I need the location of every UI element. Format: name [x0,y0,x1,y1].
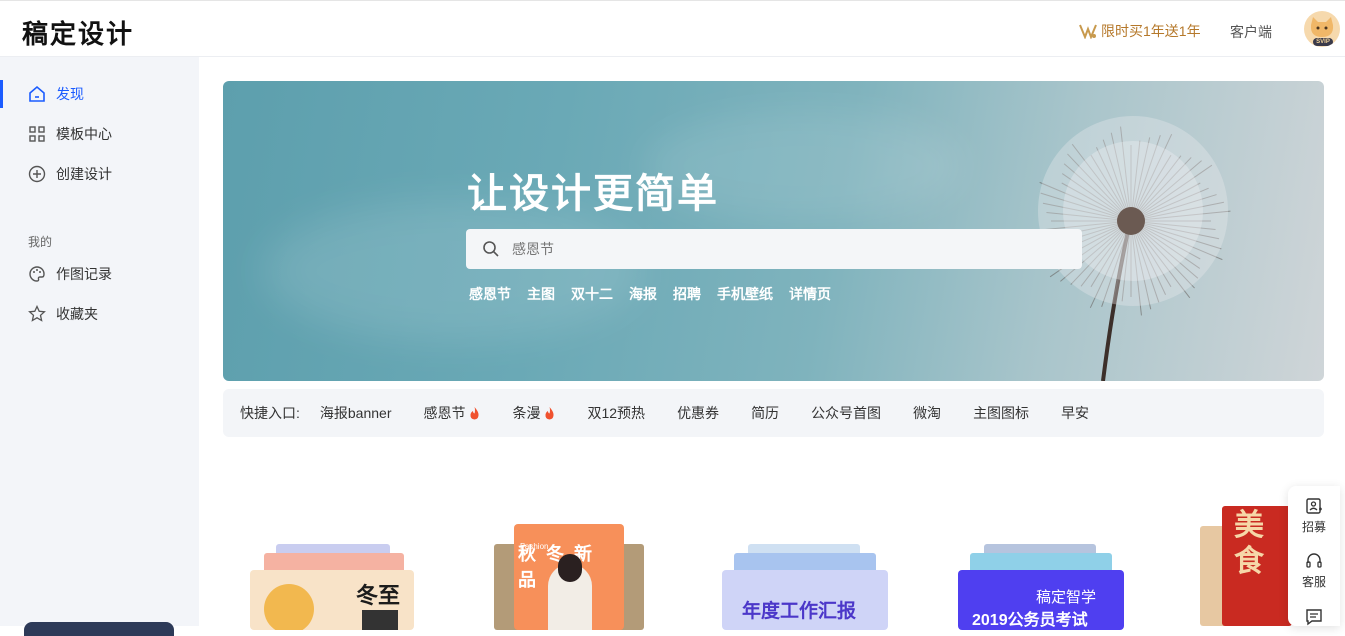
shortcut-item[interactable]: 主图图标 [973,403,1029,423]
shortcut-item-label: 优惠券 [677,405,720,421]
shortcut-item[interactable]: 优惠券 [677,403,719,423]
search-icon [483,241,499,257]
banner-title: 让设计更简单 [467,172,719,216]
card-subtitle: 2019公务员考试 [972,612,1088,629]
vip-icon [1079,24,1097,39]
sidebar-item-create[interactable]: 创建设计 [0,156,199,192]
sidebar-item-label: 模板中心 [56,126,112,142]
card-title: 冬至 [356,583,401,609]
shortcut-item[interactable]: 双12预热 [587,403,645,423]
sidebar-item-favorites[interactable]: 收藏夹 [0,296,199,332]
shortcut-item[interactable]: 条漫 [512,403,555,423]
shortcut-bar: 快捷入口: 海报banner 感恩节 条漫 双12预热 优惠券 简历 公众号首图… [223,389,1324,437]
float-label: 客服 [1301,575,1326,589]
float-recruit-button[interactable]: 招募 [1288,497,1340,535]
sidebar-item-label: 发现 [56,86,84,102]
hot-tag[interactable]: 主图 [527,284,555,304]
float-support-button[interactable]: 客服 [1288,552,1340,590]
sidebar-item-templates[interactable]: 模板中心 [0,116,199,152]
shortcut-item-label: 简历 [751,405,780,421]
hero-banner: 让设计更简单 感恩节 主图 双十二 海报 招聘 手机壁纸 详情页 [223,81,1324,381]
shortcut-item[interactable]: 感恩节 [423,403,480,423]
flame-icon [470,406,480,419]
shortcut-item[interactable]: 简历 [751,403,779,423]
shortcut-item-label: 海报banner [319,405,392,421]
banner-cloud [263,201,643,341]
sidebar: 发现 模板中心 创建设计 我的 作图记录 收藏夹 [0,57,199,636]
message-icon [1306,609,1322,626]
palette-icon [28,265,46,283]
app-logo[interactable]: 稿定设计 [22,14,134,51]
sidebar-item-label: 收藏夹 [56,306,98,322]
sidebar-item-records[interactable]: 作图记录 [0,256,199,292]
search-input[interactable] [512,241,1072,257]
shortcut-item-label: 主图图标 [973,405,1030,421]
shortcut-item-label: 公众号首图 [811,405,882,421]
shortcut-item[interactable]: 公众号首图 [811,403,881,423]
home-icon [28,85,46,103]
sidebar-item-discover[interactable]: 发现 [0,76,199,112]
top-bar: 稿定设计 限时买1年送1年 客户端 SVIP [0,0,1345,57]
vip-promo-link[interactable]: 限时买1年送1年 [1079,21,1201,41]
hot-tag[interactable]: 手机壁纸 [717,284,773,304]
flame-icon [545,406,555,419]
shortcut-item-label: 双12预热 [587,405,646,421]
search-bar[interactable] [466,229,1082,269]
client-download-link[interactable]: 客户端 [1230,22,1272,42]
shortcut-item[interactable]: 微淘 [913,403,941,423]
grid-icon [28,125,46,143]
shortcut-item-label: 早安 [1061,405,1090,421]
svip-badge: SVIP [1313,38,1333,46]
shortcut-item-label: 条漫 [512,405,541,421]
headset-icon [1306,553,1322,568]
hot-tag[interactable]: 招聘 [673,284,701,304]
shortcut-item[interactable]: 海报banner [320,403,392,423]
float-label: 招募 [1301,520,1326,534]
plus-circle-icon [28,165,46,183]
card-title: 稿定智学 [1036,589,1097,606]
recruit-icon [1306,498,1322,514]
shortcut-label: 快捷入口: [240,405,300,421]
hot-search-tags: 感恩节 主图 双十二 海报 招聘 手机壁纸 详情页 [469,284,847,304]
star-icon [28,305,46,323]
sidebar-item-label: 作图记录 [56,266,112,282]
shortcut-item[interactable]: 早安 [1061,403,1089,423]
sidebar-item-label: 创建设计 [56,166,112,182]
card-title: 年度工作汇报 [742,601,857,622]
hot-tag[interactable]: 海报 [629,284,657,304]
avatar[interactable]: SVIP [1304,11,1340,47]
card-title: 美食 [1234,508,1264,579]
hot-tag[interactable]: 详情页 [789,284,831,304]
promo-text: 限时买1年送1年 [1101,23,1201,39]
sidebar-section-title: 我的 [28,235,53,249]
sidebar-bottom-banner[interactable] [24,622,174,636]
hot-tag[interactable]: 双十二 [571,284,613,304]
floating-toolbar: 招募 客服 [1288,486,1340,626]
hot-tag[interactable]: 感恩节 [469,284,511,304]
shortcut-item-label: 感恩节 [423,405,466,421]
shortcut-item-label: 微淘 [913,405,942,421]
